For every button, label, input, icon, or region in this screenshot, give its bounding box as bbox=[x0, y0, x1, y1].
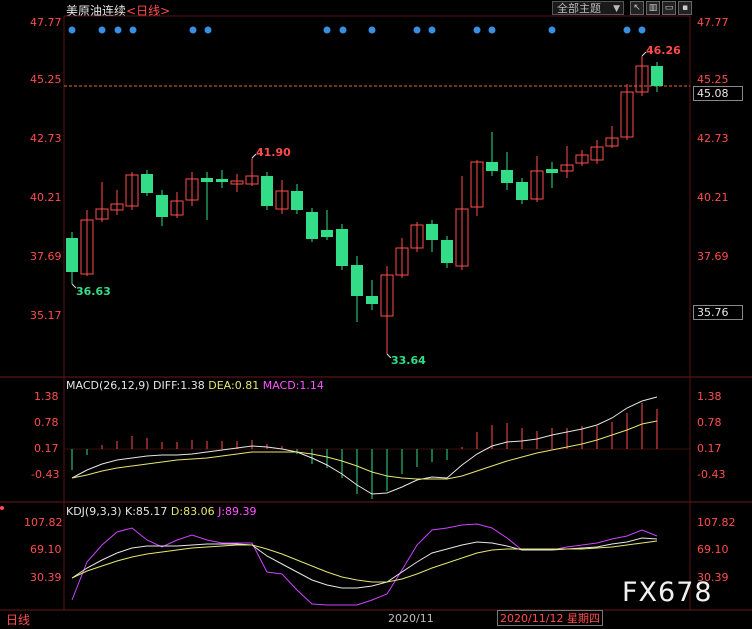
event-dot[interactable] bbox=[98, 26, 106, 34]
candle[interactable] bbox=[455, 176, 469, 270]
macd-axis-tick-right: 0.78 bbox=[697, 416, 722, 429]
candle[interactable] bbox=[470, 160, 484, 216]
candle[interactable] bbox=[245, 158, 259, 186]
candle[interactable] bbox=[201, 172, 213, 220]
event-dot[interactable] bbox=[68, 26, 76, 34]
cursor-date-box: 2020/11/12 星期四 bbox=[497, 610, 603, 626]
candle[interactable] bbox=[336, 224, 348, 270]
event-dot[interactable] bbox=[129, 26, 137, 34]
event-markers bbox=[68, 26, 646, 34]
event-dot[interactable] bbox=[204, 26, 212, 34]
candle[interactable] bbox=[501, 152, 513, 190]
candle[interactable] bbox=[516, 178, 528, 204]
watermark-logo: FX678 bbox=[622, 577, 713, 608]
macd-dea-line bbox=[71, 420, 658, 480]
candle[interactable] bbox=[321, 210, 333, 240]
candle[interactable] bbox=[530, 156, 544, 202]
macd-diff-line bbox=[71, 396, 658, 495]
kdj-legend: KDJ(9,3,3) K:85.17 D:83.06 J:89.39 bbox=[66, 505, 257, 518]
kdj-axis-tick: 30.39 bbox=[30, 571, 62, 584]
candle[interactable] bbox=[560, 146, 574, 178]
macd-axis-tick-right: 0.17 bbox=[697, 442, 722, 455]
tab-daily[interactable]: 日线 bbox=[6, 611, 30, 628]
event-dot[interactable] bbox=[114, 26, 122, 34]
candle[interactable] bbox=[605, 126, 619, 148]
candle[interactable] bbox=[170, 192, 184, 218]
high-annotation: 41.90 bbox=[256, 146, 291, 159]
candle[interactable] bbox=[426, 220, 438, 252]
x-axis-date-label: 2020/11 bbox=[388, 612, 434, 625]
macd-axis-tick: 0.17 bbox=[34, 442, 59, 455]
macd-diff-value: DIFF:1.38 bbox=[153, 379, 205, 392]
candle[interactable] bbox=[275, 180, 289, 214]
macd-histogram bbox=[71, 403, 658, 499]
macd-macd-value: MACD:1.14 bbox=[262, 379, 324, 392]
candle[interactable] bbox=[380, 266, 394, 354]
macd-axis-tick: -0.43 bbox=[31, 468, 60, 481]
candle[interactable] bbox=[125, 172, 139, 210]
macd-axis-tick-right: 1.38 bbox=[697, 390, 722, 403]
candle[interactable] bbox=[651, 62, 663, 92]
event-dot[interactable] bbox=[638, 26, 646, 34]
event-dot[interactable] bbox=[323, 26, 331, 34]
candle[interactable] bbox=[351, 256, 363, 322]
candle[interactable] bbox=[635, 56, 649, 96]
macd-axis-tick-right: -0.43 bbox=[697, 468, 726, 481]
candle[interactable] bbox=[486, 132, 498, 176]
macd-dea-value: DEA:0.81 bbox=[208, 379, 260, 392]
kdj-j-line bbox=[71, 523, 658, 606]
macd-title: MACD(26,12,9) bbox=[66, 379, 150, 392]
candle[interactable] bbox=[95, 182, 109, 222]
event-dot[interactable] bbox=[339, 26, 347, 34]
event-dot[interactable] bbox=[488, 26, 496, 34]
macd-axis-tick: 0.78 bbox=[34, 416, 59, 429]
low-annotation: 36.63 bbox=[76, 285, 111, 298]
event-dot[interactable] bbox=[413, 26, 421, 34]
event-dot[interactable] bbox=[189, 26, 197, 34]
macd-legend: MACD(26,12,9) DIFF:1.38 DEA:0.81 MACD:1.… bbox=[66, 379, 324, 392]
candle[interactable] bbox=[410, 222, 424, 252]
candle[interactable] bbox=[291, 184, 303, 214]
candle[interactable] bbox=[546, 162, 558, 188]
kdj-d-value: D:83.06 bbox=[170, 505, 215, 518]
candle[interactable] bbox=[306, 208, 318, 242]
kdj-title: KDJ(9,3,3) bbox=[66, 505, 122, 518]
event-dot[interactable] bbox=[473, 26, 481, 34]
kdj-j-value: J:89.39 bbox=[218, 505, 257, 518]
status-dot bbox=[0, 506, 4, 510]
candle[interactable] bbox=[141, 170, 153, 196]
event-dot[interactable] bbox=[548, 26, 556, 34]
kdj-k-value: K:85.17 bbox=[125, 505, 168, 518]
candle[interactable] bbox=[620, 84, 634, 140]
candle[interactable] bbox=[66, 232, 78, 284]
event-dot[interactable] bbox=[428, 26, 436, 34]
low-annotation: 33.64 bbox=[391, 354, 426, 367]
candle[interactable] bbox=[230, 174, 244, 192]
kdj-axis-tick: 107.82 bbox=[24, 516, 63, 529]
chart-canvas bbox=[0, 15, 752, 611]
candle[interactable] bbox=[185, 172, 199, 206]
high-annotation: 46.26 bbox=[646, 44, 681, 57]
candle[interactable] bbox=[395, 238, 409, 278]
kdj-axis-tick-right: 69.10 bbox=[697, 543, 729, 556]
candle[interactable] bbox=[441, 236, 453, 268]
event-dot[interactable] bbox=[368, 26, 376, 34]
candlesticks bbox=[66, 56, 663, 354]
candle[interactable] bbox=[575, 150, 589, 166]
kdj-axis-tick: 69.10 bbox=[30, 543, 62, 556]
macd-axis-tick: 1.38 bbox=[34, 390, 59, 403]
candle[interactable] bbox=[156, 190, 168, 226]
candle[interactable] bbox=[366, 280, 378, 310]
candle[interactable] bbox=[80, 210, 94, 276]
candle[interactable] bbox=[110, 190, 124, 215]
candle[interactable] bbox=[261, 172, 273, 210]
candle[interactable] bbox=[216, 170, 228, 188]
candle[interactable] bbox=[590, 140, 604, 164]
kdj-axis-tick-right: 107.82 bbox=[697, 516, 736, 529]
event-dot[interactable] bbox=[623, 26, 631, 34]
